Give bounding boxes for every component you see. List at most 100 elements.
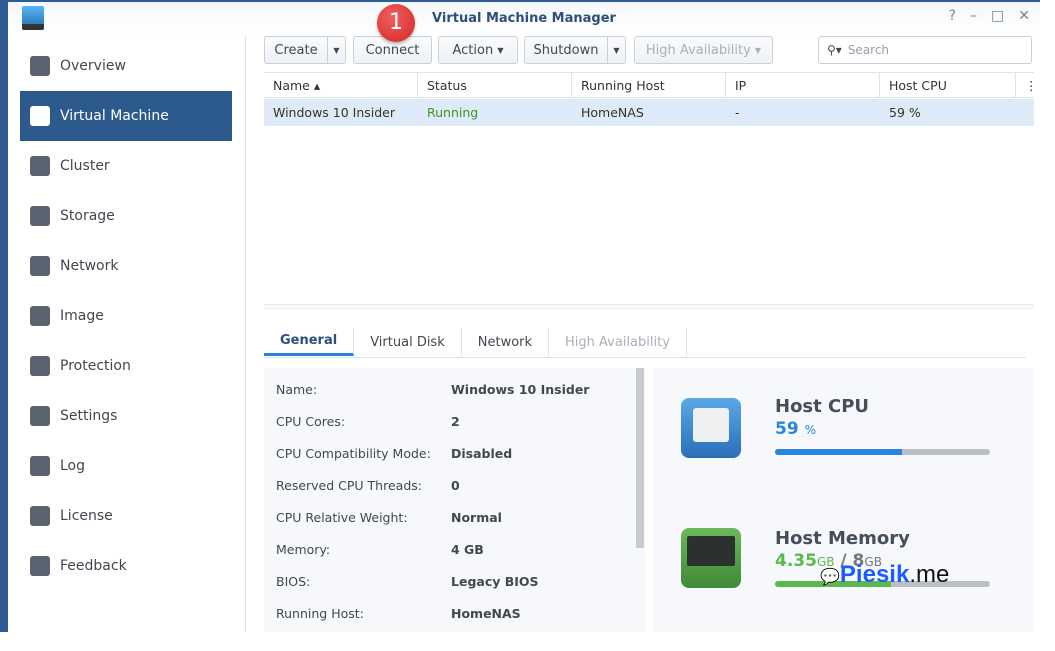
tab-general[interactable]: General [264, 328, 355, 356]
column-running-host[interactable]: Running Host [572, 73, 726, 97]
table-header: Name ▴ Status Running Host IP Host CPU ⋮ [264, 72, 1038, 98]
feedback-icon [30, 556, 50, 576]
sidebar-item-log[interactable]: Log [20, 441, 232, 491]
column-name[interactable]: Name ▴ [264, 73, 418, 97]
window-title: Virtual Machine Manager [432, 11, 616, 26]
protection-icon [30, 356, 50, 376]
scrollbar[interactable] [636, 368, 644, 548]
cpu-progress-fill [775, 449, 902, 455]
sidebar-item-virtual-machine[interactable]: Virtual Machine [20, 91, 232, 141]
toolbar: Create ▼ Connect Action ▼ Shutdown ▼ High … [264, 36, 1040, 64]
sidebar-item-label: Virtual Machine [60, 108, 169, 124]
title-bar[interactable]: Virtual Machine Manager ? – □ ✕ [8, 2, 1040, 36]
host-memory-title: Host Memory [775, 528, 910, 549]
cpu-unit: % [804, 423, 816, 437]
detail-value: Disabled [451, 446, 513, 461]
watermark-brand: Piesik [839, 561, 910, 588]
image-icon [30, 306, 50, 326]
detail-label: Memory: [276, 542, 331, 557]
sidebar-item-cluster[interactable]: Cluster [20, 141, 232, 191]
sidebar-item-overview[interactable]: Overview [20, 41, 232, 91]
search-icon: ⚲▾ [827, 43, 842, 57]
cell-status: Running [427, 105, 479, 120]
tab-network[interactable]: Network [462, 328, 550, 356]
column-menu-icon[interactable]: ⋮ [1016, 73, 1038, 97]
panel-splitter[interactable] [264, 304, 1034, 310]
vm-table: Name ▴ Status Running Host IP Host CPU ⋮… [264, 72, 1038, 126]
column-host-cpu[interactable]: Host CPU [880, 73, 1016, 97]
cluster-icon [30, 156, 50, 176]
detail-row: CPU Compatibility Mode: Disabled [276, 446, 512, 461]
sidebar-item-label: Image [60, 308, 104, 324]
maximize-icon[interactable]: □ [991, 8, 1004, 24]
create-button[interactable]: Create ▼ [264, 36, 346, 64]
detail-label: Running Host: [276, 606, 364, 621]
create-label: Create [274, 42, 318, 58]
vmm-window: Virtual Machine Manager ? – □ ✕ Overview… [0, 0, 1040, 632]
sidebar: Overview Virtual Machine Cluster Storage Net… [8, 36, 246, 632]
sidebar-item-label: Settings [60, 408, 118, 424]
detail-value: HomeNAS [451, 606, 521, 621]
log-icon [30, 456, 50, 476]
cell-ip: - [735, 105, 740, 120]
sidebar-item-label: Storage [60, 208, 115, 224]
detail-tabs: General Virtual Disk Network High Availa… [264, 328, 1026, 358]
host-cpu-value: 59 % [775, 419, 816, 439]
shutdown-button[interactable]: Shutdown ▼ [524, 36, 626, 64]
help-icon[interactable]: ? [949, 8, 956, 24]
sidebar-item-feedback[interactable]: Feedback [20, 541, 232, 591]
sidebar-item-label: License [60, 508, 113, 524]
detail-row: Memory: 4 GB [276, 542, 484, 557]
detail-label: BIOS: [276, 574, 311, 589]
detail-row: BIOS: Legacy BIOS [276, 574, 539, 589]
chat-icon: 💬 [820, 569, 840, 586]
storage-icon [30, 206, 50, 226]
detail-row: Name: Windows 10 Insider [276, 382, 589, 397]
chevron-down-icon: ▼ [754, 45, 762, 55]
action-button[interactable]: Action ▼ [438, 36, 518, 64]
chevron-down-icon[interactable]: ▼ [607, 37, 625, 63]
cpu-progress-bar [775, 449, 990, 455]
detail-label: CPU Relative Weight: [276, 510, 408, 525]
table-row[interactable]: Windows 10 Insider Running HomeNAS - 59 … [264, 99, 1034, 126]
host-cpu-title: Host CPU [775, 396, 870, 417]
sidebar-item-settings[interactable]: Settings [20, 391, 232, 441]
step-badge: 1 [377, 4, 415, 42]
settings-icon [30, 406, 50, 426]
detail-value: 4 GB [451, 542, 484, 557]
sidebar-item-license[interactable]: License [20, 491, 232, 541]
sidebar-item-network[interactable]: Network [20, 241, 232, 291]
cell-host: HomeNAS [581, 105, 644, 120]
detail-value: Normal [451, 510, 502, 525]
search-input[interactable]: ⚲▾ Search [818, 36, 1032, 64]
column-status[interactable]: Status [418, 73, 572, 97]
cell-cpu: 59 % [889, 105, 921, 120]
license-icon [30, 506, 50, 526]
detail-label: Name: [276, 382, 318, 397]
chevron-down-icon[interactable]: ▼ [327, 37, 345, 63]
detail-label: CPU Cores: [276, 414, 346, 429]
tab-virtual-disk[interactable]: Virtual Disk [354, 328, 462, 356]
chevron-down-icon: ▼ [497, 45, 504, 55]
detail-value: Legacy BIOS [451, 574, 539, 589]
mem-used: 4.35 [775, 551, 817, 571]
overview-icon [30, 56, 50, 76]
watermark: 💬Piesik.me [820, 561, 949, 589]
tab-high-availability[interactable]: High Availability [549, 328, 687, 356]
close-icon[interactable]: ✕ [1018, 8, 1030, 24]
sidebar-item-label: Cluster [60, 158, 110, 174]
minimize-icon[interactable]: – [970, 8, 977, 24]
sidebar-item-image[interactable]: Image [20, 291, 232, 341]
column-ip[interactable]: IP [726, 73, 880, 97]
detail-row: Reserved CPU Threads: 0 [276, 478, 460, 493]
sidebar-item-storage[interactable]: Storage [20, 191, 232, 241]
action-label: Action [452, 42, 494, 58]
detail-value: 2 [451, 414, 460, 429]
cpu-icon [681, 398, 741, 458]
high-availability-button[interactable]: High Availability ▼ [634, 36, 773, 64]
cell-name: Windows 10 Insider [273, 105, 396, 120]
sidebar-item-protection[interactable]: Protection [20, 341, 232, 391]
sidebar-item-label: Network [60, 258, 119, 274]
host-stats: Host CPU 59 % Host Memory 4.35GB / 8GB [653, 368, 1034, 632]
detail-value: 0 [451, 478, 460, 493]
